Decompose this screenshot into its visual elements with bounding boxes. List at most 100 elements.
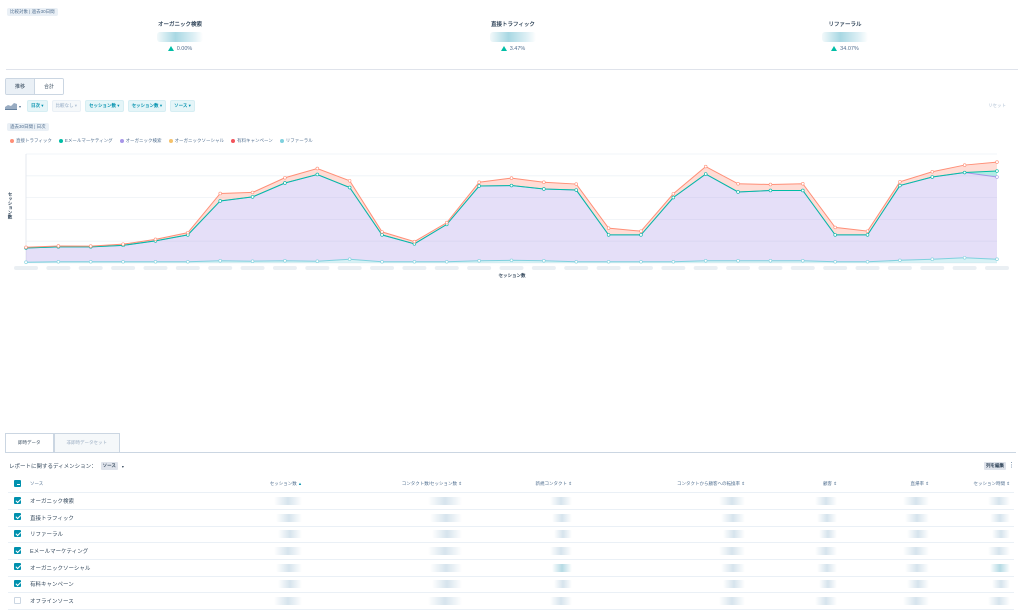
row-checkbox[interactable] bbox=[14, 596, 21, 604]
legend-item[interactable]: 有料キャンペーン bbox=[230, 138, 273, 144]
view-toggle-total[interactable]: 合計 bbox=[35, 79, 64, 94]
view-toggle-trend[interactable]: 推移 bbox=[6, 79, 36, 94]
kpi-value-blurred bbox=[157, 32, 203, 42]
row-checkbox[interactable] bbox=[14, 513, 21, 521]
legend-item[interactable]: Eメールマーケティング bbox=[58, 138, 113, 144]
metric-cell-blurred bbox=[576, 576, 749, 594]
x-tick-label-blurred bbox=[434, 266, 459, 270]
data-point bbox=[24, 260, 28, 264]
row-checkbox[interactable] bbox=[14, 563, 21, 571]
kpi-referral[interactable]: リファーラル 34.07% bbox=[745, 20, 945, 52]
reset-button[interactable]: リセット bbox=[988, 103, 1006, 109]
view-toggle: 推移 合計 bbox=[5, 78, 65, 95]
metric-cell-blurred bbox=[576, 542, 749, 560]
metric-cell-blurred bbox=[933, 576, 1014, 594]
trend-up-icon bbox=[500, 46, 507, 51]
source-cell[interactable]: 有料キャンペーン bbox=[26, 576, 206, 594]
data-point bbox=[380, 230, 384, 234]
filter-metric-2[interactable]: セッション数 ▾ bbox=[127, 100, 167, 112]
table-row[interactable]: 直接トラフィック bbox=[8, 509, 1014, 527]
kpi-direct-traffic[interactable]: 直接トラフィック 3.47% bbox=[413, 20, 613, 52]
x-tick-label-blurred bbox=[920, 266, 945, 270]
data-point bbox=[703, 259, 708, 263]
data-point bbox=[542, 180, 546, 184]
tab-realtime-data[interactable]: 即時データ bbox=[5, 433, 54, 452]
data-point bbox=[250, 259, 255, 263]
data-point bbox=[995, 257, 999, 261]
metric-cell-blurred bbox=[466, 509, 576, 527]
metric-cell-blurred bbox=[749, 526, 841, 544]
column-header-customers[interactable]: 顧客 ⇕ bbox=[749, 476, 841, 494]
table-row[interactable]: オーガニック検索 bbox=[8, 492, 1014, 510]
kpi-organic-search[interactable]: オーガニック検索 0.00% bbox=[80, 20, 280, 52]
source-cell[interactable]: Eメールマーケティング bbox=[26, 542, 206, 560]
data-point bbox=[865, 260, 870, 264]
legend-item[interactable]: オーガニックソーシャル bbox=[168, 138, 224, 144]
column-header-conversion-rate[interactable]: コンタクトから顧客への転換率 ⇕ bbox=[576, 476, 749, 494]
metric-cell-blurred bbox=[466, 542, 576, 560]
x-tick-label-blurred bbox=[337, 266, 362, 270]
kpi-title: 直接トラフィック bbox=[491, 22, 535, 28]
table-row[interactable]: Eメールマーケティング bbox=[8, 542, 1014, 560]
row-checkbox[interactable] bbox=[14, 529, 21, 537]
select-all-checkbox[interactable] bbox=[14, 480, 21, 488]
data-point bbox=[509, 258, 514, 263]
data-point bbox=[283, 259, 287, 263]
chart-type-dropdown[interactable]: ▾ bbox=[5, 102, 21, 110]
kpi-value-blurred bbox=[822, 32, 868, 42]
data-point bbox=[477, 180, 481, 184]
source-cell[interactable]: オフラインソース bbox=[26, 592, 206, 610]
row-checkbox-cell bbox=[8, 576, 26, 594]
row-checkbox[interactable] bbox=[14, 496, 21, 504]
row-checkbox[interactable] bbox=[14, 546, 21, 554]
filter-compare[interactable]: 比較なし ▾ bbox=[51, 100, 82, 112]
column-header-bounce-rate[interactable]: 直帰率 ⇕ bbox=[841, 476, 933, 494]
metric-cell-blurred bbox=[576, 509, 749, 527]
data-point bbox=[412, 239, 417, 244]
metric-cell-blurred bbox=[841, 526, 933, 544]
filter-metric-1[interactable]: セッション数 ▾ bbox=[85, 100, 124, 112]
column-header-source[interactable]: ソース bbox=[26, 476, 206, 494]
legend-item[interactable]: 直接トラフィック bbox=[10, 138, 52, 144]
source-cell[interactable]: オーガニックソーシャル bbox=[26, 559, 206, 577]
data-point bbox=[898, 183, 902, 188]
data-point bbox=[445, 220, 449, 225]
data-point bbox=[865, 229, 870, 233]
x-tick-label-blurred bbox=[240, 266, 265, 270]
table-row[interactable]: リファーラル bbox=[8, 526, 1014, 544]
source-cell[interactable]: 直接トラフィック bbox=[26, 509, 206, 527]
x-tick-label-blurred bbox=[111, 266, 136, 270]
column-header-sessions[interactable]: セッション数 ▲ bbox=[206, 476, 306, 494]
row-checkbox-cell bbox=[8, 509, 26, 527]
table-row[interactable]: オーガニックソーシャル bbox=[8, 559, 1014, 577]
x-tick-label-blurred bbox=[758, 266, 783, 270]
metric-cell-blurred bbox=[933, 509, 1014, 527]
tab-non-realtime-data[interactable]: 非即時データセット bbox=[53, 433, 120, 452]
row-checkbox[interactable] bbox=[14, 579, 21, 587]
x-tick-label-blurred bbox=[887, 266, 912, 270]
table-row[interactable]: 有料キャンペーン bbox=[8, 576, 1014, 594]
dimension-dropdown[interactable]: ソース bbox=[100, 462, 118, 470]
data-point bbox=[574, 260, 578, 264]
source-cell[interactable]: リファーラル bbox=[26, 526, 206, 544]
column-header-new-contacts[interactable]: 新規コンタクト ⇕ bbox=[466, 476, 576, 494]
data-point bbox=[606, 233, 611, 237]
filter-source[interactable]: ソース ▾ bbox=[170, 100, 195, 112]
column-header-session-length[interactable]: セッション時間 ⇕ bbox=[933, 476, 1014, 494]
filter-frequency[interactable]: 日次 ▾ bbox=[27, 100, 48, 112]
edit-columns-button[interactable]: 列を編集 bbox=[984, 462, 1006, 470]
data-point bbox=[477, 259, 481, 263]
x-tick-label-blurred bbox=[790, 266, 815, 270]
more-options-icon[interactable]: ⋮ bbox=[1008, 461, 1015, 469]
source-cell[interactable]: オーガニック検索 bbox=[26, 492, 206, 510]
data-point bbox=[542, 187, 546, 191]
data-point bbox=[347, 179, 352, 183]
legend-item[interactable]: リファーラル bbox=[279, 138, 313, 144]
x-tick-label-blurred bbox=[499, 266, 524, 270]
column-header-contacts-per-session[interactable]: コンタクト数/セッション数 ⇕ bbox=[306, 476, 466, 494]
x-tick-label-blurred bbox=[46, 266, 71, 270]
data-point bbox=[574, 188, 578, 192]
table-row[interactable]: オフラインソース bbox=[8, 592, 1014, 610]
data-point bbox=[801, 188, 805, 193]
legend-item[interactable]: オーガニック検索 bbox=[119, 138, 162, 144]
